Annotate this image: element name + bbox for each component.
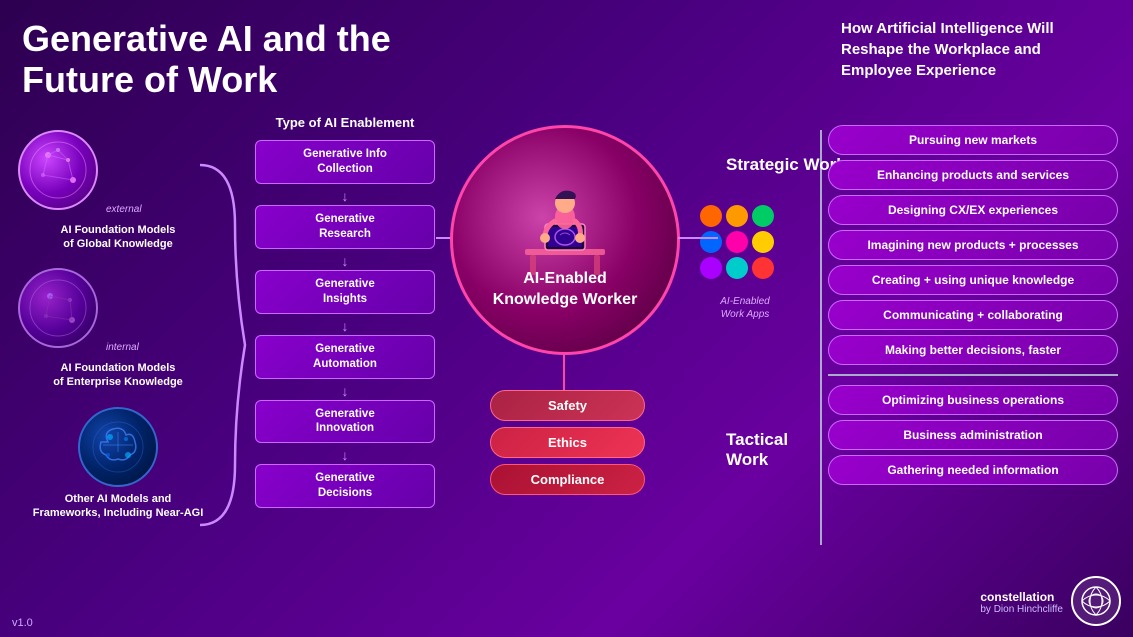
logo-byline: by Dion Hinchcliffe [980,604,1063,615]
ethics-box: Ethics [490,427,645,458]
work-apps-dots [700,205,790,279]
ai-box-automation: GenerativeAutomation [255,335,435,379]
arrow-4: ↓ [255,383,435,399]
outcome-gathering: Gathering needed information [828,455,1118,485]
outcome-designing: Designing CX/EX experiences [828,195,1118,225]
tactical-work-label: TacticalWork [726,430,788,471]
main-title: Generative AI and the Future of Work [22,18,391,101]
outcome-decisions: Making better decisions, faster [828,335,1118,365]
arrow-5: ↓ [255,447,435,463]
ai-box-insights: GenerativeInsights [255,270,435,314]
arrow-1: ↓ [255,188,435,204]
dot-5 [726,231,748,253]
version-label: v1.0 [12,617,33,629]
arrow-3: ↓ [255,318,435,334]
dot-8 [726,257,748,279]
ai-box-research: GenerativeResearch [255,205,435,249]
safety-ethics-compliance: Safety Ethics Compliance [490,390,645,495]
globe-internal [18,268,98,348]
model2-label: AI Foundation Models of Enterprise Knowl… [18,361,218,390]
enablement-title: Type of AI Enablement [255,115,435,130]
work-apps-label: AI-Enabled Work Apps [695,295,795,321]
outcomes-divider [828,374,1118,376]
ai-box-info: Generative InfoCollection [255,140,435,184]
logo-area: constellation by Dion Hinchcliffe [980,576,1121,629]
compliance-box: Compliance [490,464,645,495]
outcomes-column: Pursuing new markets Enhancing products … [828,125,1118,485]
ai-box-decisions: GenerativeDecisions [255,464,435,508]
dot-9 [752,257,774,279]
globe-external [18,130,98,210]
outcome-enhancing: Enhancing products and services [828,160,1118,190]
internal-label: internal [106,342,139,353]
dot-4 [700,231,722,253]
center-title: AI-Enabled Knowledge Worker [493,269,638,311]
left-models-column: external AI Foundation Models of Global … [18,130,218,521]
external-label: external [106,204,142,215]
vertical-connector [563,355,565,395]
dot-1 [700,205,722,227]
ai-enablement-column: Type of AI Enablement Generative InfoCol… [255,115,435,512]
vertical-divider [820,130,822,545]
globe-other [78,407,158,487]
outcome-administration: Business administration [828,420,1118,450]
dot-7 [700,257,722,279]
outcome-pursuing: Pursuing new markets [828,125,1118,155]
outcome-imagining: Imagining new products + processes [828,230,1118,260]
model1-label: AI Foundation Models of Global Knowledge [18,223,218,252]
dot-6 [752,231,774,253]
dot-2 [726,205,748,227]
safety-box: Safety [490,390,645,421]
brace-connector [195,145,255,545]
logo-circle [1071,576,1121,626]
dot-3 [752,205,774,227]
outcome-communicating: Communicating + collaborating [828,300,1118,330]
ai-box-innovation: GenerativeInnovation [255,400,435,444]
model3-label: Other AI Models and Frameworks, Includin… [18,492,218,521]
right-header: How Artificial Intelligence Will Reshape… [841,18,1111,81]
center-knowledge-worker: AI-Enabled Knowledge Worker [450,125,680,355]
logo-name: constellation [980,590,1063,604]
arrow-2: ↓ [255,253,435,269]
h-connector-right [678,237,718,239]
outcome-optimizing: Optimizing business operations [828,385,1118,415]
outcome-creating: Creating + using unique knowledge [828,265,1118,295]
